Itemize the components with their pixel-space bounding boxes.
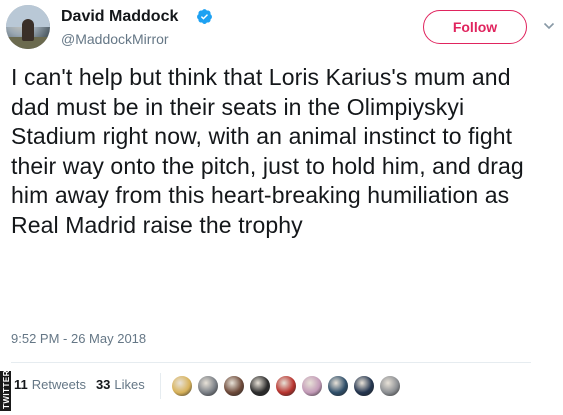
likes-count[interactable]: 33: [96, 377, 110, 392]
user-handle[interactable]: @MaddockMirror: [61, 31, 169, 47]
user-name[interactable]: David Maddock: [61, 8, 178, 26]
verified-badge-icon: [197, 9, 212, 24]
liker-avatar[interactable]: [249, 375, 271, 397]
liker-avatar[interactable]: [275, 375, 297, 397]
avatar-figure: [22, 19, 34, 41]
likes-label[interactable]: Likes: [114, 377, 144, 392]
liker-avatar[interactable]: [223, 375, 245, 397]
likers-divider: [160, 373, 161, 399]
tweet-timestamp[interactable]: 9:52 PM - 26 May 2018: [11, 331, 146, 346]
tweet-text: I can't help but think that Loris Karius…: [11, 64, 524, 238]
avatar[interactable]: [6, 5, 50, 49]
liker-avatar[interactable]: [327, 375, 349, 397]
retweets-label[interactable]: Retweets: [32, 377, 86, 392]
retweets-count[interactable]: 11: [14, 377, 28, 392]
liker-avatar[interactable]: [171, 375, 193, 397]
stats-divider-line: [11, 362, 531, 363]
liker-avatar[interactable]: [301, 375, 323, 397]
engagement-stats: 11 Retweets 33 Likes: [14, 377, 145, 392]
chevron-down-icon[interactable]: [543, 20, 555, 32]
watermark-text: TWITTER: [2, 369, 12, 410]
liker-avatar[interactable]: [353, 375, 375, 397]
twitter-watermark: TWITTER: [0, 369, 12, 411]
liker-avatar[interactable]: [197, 375, 219, 397]
follow-button[interactable]: Follow: [423, 10, 527, 44]
liker-avatar[interactable]: [379, 375, 401, 397]
